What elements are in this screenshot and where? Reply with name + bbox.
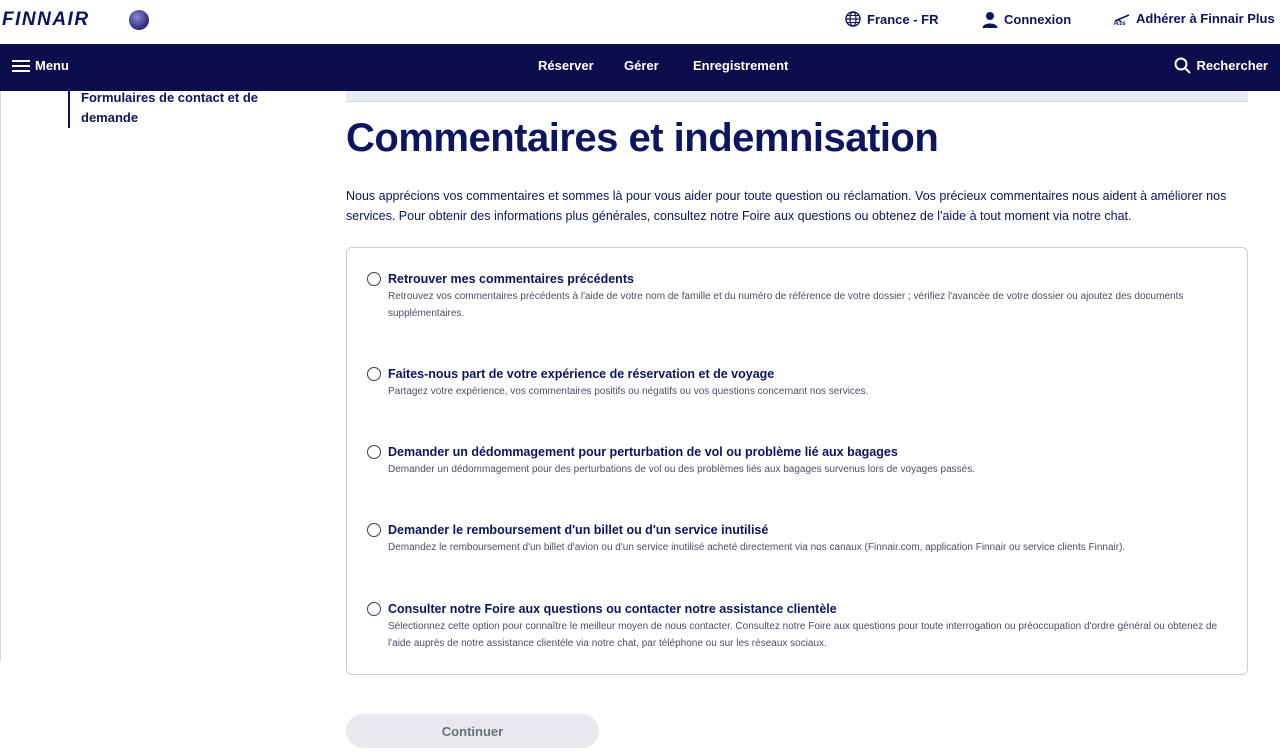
join-plus-label: Adhérer à Finnair Plus bbox=[1136, 11, 1275, 26]
sidebar-item-contact-forms[interactable]: Formulaires de contact et de demande bbox=[68, 88, 281, 128]
nav-link-gerer[interactable]: Gérer bbox=[624, 58, 659, 73]
login-label: Connexion bbox=[1004, 12, 1072, 27]
option-experience[interactable]: Faites-nous part de votre expérience de … bbox=[367, 365, 1229, 400]
option-remboursement[interactable]: Demander le remboursement d'un billet ou… bbox=[367, 521, 1229, 556]
option-title: Demander un dédommagement pour perturbat… bbox=[388, 445, 898, 459]
nav-link-enregistrement[interactable]: Enregistrement bbox=[693, 58, 788, 73]
language-label: France - FR bbox=[867, 11, 939, 27]
user-icon bbox=[982, 12, 998, 28]
finnair-plus-icon: PLUS bbox=[1114, 13, 1130, 25]
radio-button[interactable] bbox=[367, 523, 381, 537]
option-description: Partagez votre expérience, vos commentai… bbox=[388, 386, 869, 397]
login-link[interactable]: Connexion bbox=[982, 11, 1071, 28]
nav-link-reserver[interactable]: Réserver bbox=[538, 58, 594, 73]
option-description: Demandez le remboursement d'un billet d'… bbox=[388, 542, 1126, 553]
menu-button[interactable]: Menu bbox=[12, 58, 69, 73]
finnair-logo[interactable]: FINNAIR bbox=[2, 9, 90, 31]
search-button[interactable]: Rechercher bbox=[1174, 57, 1268, 74]
svg-text:PLUS: PLUS bbox=[1114, 21, 1126, 25]
hamburger-icon bbox=[12, 59, 30, 72]
radio-button[interactable] bbox=[367, 367, 381, 381]
search-icon bbox=[1174, 57, 1192, 74]
radio-button[interactable] bbox=[367, 445, 381, 459]
language-selector[interactable]: France - FR bbox=[845, 11, 939, 27]
option-title: Consulter notre Foire aux questions ou c… bbox=[388, 602, 837, 616]
option-description: Retrouvez vos commentaires précédents à … bbox=[388, 291, 1184, 319]
join-finnair-plus-link[interactable]: PLUS Adhérer à Finnair Plus bbox=[1114, 11, 1275, 26]
sidebar-divider bbox=[0, 91, 1, 661]
top-bar: FINNAIR France - FR Connexion PLUS Adhér… bbox=[0, 0, 1280, 44]
radio-button[interactable] bbox=[367, 272, 381, 286]
option-faq-assistance[interactable]: Consulter notre Foire aux questions ou c… bbox=[367, 600, 1229, 652]
option-retrouver-commentaires[interactable]: Retrouver mes commentaires précédents Re… bbox=[367, 270, 1229, 322]
option-title: Faites-nous part de votre expérience de … bbox=[388, 367, 775, 381]
options-card: Retrouver mes commentaires précédents Re… bbox=[346, 247, 1248, 675]
option-description: Sélectionnez cette option pour connaître… bbox=[388, 621, 1218, 649]
continue-button[interactable]: Continuer bbox=[346, 714, 599, 748]
radio-button[interactable] bbox=[367, 602, 381, 616]
option-description: Demander un dédommagement pour des pertu… bbox=[388, 464, 976, 475]
option-dedommagement[interactable]: Demander un dédommagement pour perturbat… bbox=[367, 443, 1229, 478]
menu-label: Menu bbox=[35, 58, 69, 73]
globe-icon bbox=[845, 11, 861, 27]
page-title: Commentaires et indemnisation bbox=[346, 116, 939, 160]
search-label: Rechercher bbox=[1196, 58, 1268, 73]
content-top-strip bbox=[346, 91, 1248, 102]
intro-text: Nous apprécions vos commentaires et somm… bbox=[346, 189, 1227, 223]
oneworld-badge-icon bbox=[129, 10, 149, 30]
main-nav: Menu Réserver Gérer Enregistrement Reche… bbox=[0, 44, 1280, 91]
option-title: Retrouver mes commentaires précédents bbox=[388, 272, 634, 286]
option-title: Demander le remboursement d'un billet ou… bbox=[388, 523, 769, 537]
